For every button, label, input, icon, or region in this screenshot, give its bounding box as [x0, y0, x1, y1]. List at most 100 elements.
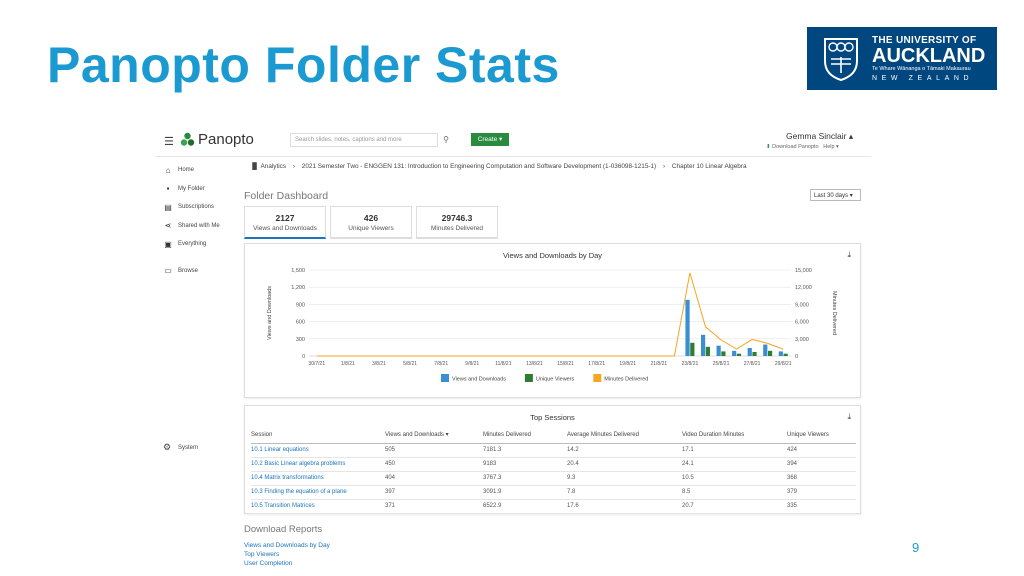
sidebar-item-subscriptions[interactable]: ▤ Subscriptions — [163, 198, 233, 217]
column-header[interactable]: Video Duration Minutes — [682, 427, 787, 444]
sidebar-item-system[interactable]: ⚙ System — [163, 442, 198, 453]
sidebar-item-my-folder[interactable]: ▪ My Folder — [163, 180, 233, 199]
user-menu[interactable]: Gemma Sinclair ▴ — [786, 131, 853, 142]
session-link[interactable]: 10.2 Basic Linear algebra problems — [251, 457, 385, 472]
sidebar-item-home[interactable]: ⌂ Home — [163, 161, 233, 180]
everything-icon: ▣ — [164, 239, 172, 249]
search-icon[interactable]: ⚲ — [439, 133, 453, 147]
help-link[interactable]: Help ▾ — [823, 144, 839, 150]
table-cell: 371 — [385, 499, 483, 514]
y-tick-label: 300 — [296, 337, 305, 343]
y2-tick-label: 6,000 — [795, 320, 809, 326]
line-minutes-delivered — [316, 272, 784, 357]
y-tick-label: 0 — [302, 354, 305, 360]
download-panopto-link[interactable]: Download Panopto — [772, 144, 818, 150]
table-cell: 450 — [385, 457, 483, 472]
bar-views-and-downloads — [685, 299, 690, 356]
table-cell: 6522.9 — [483, 499, 567, 514]
x-tick-label: 7/8/21 — [434, 361, 448, 367]
table-cell: 3767.3 — [483, 471, 567, 486]
stat-value: 2127 — [275, 213, 295, 223]
gear-icon: ⚙ — [163, 442, 172, 452]
search-input[interactable]: Search slides, notes, captions and more — [290, 133, 438, 147]
subscriptions-icon: ▤ — [164, 202, 172, 212]
table-cell: 7.8 — [567, 485, 682, 500]
x-tick-label: 11/8/21 — [495, 361, 512, 367]
table-row: 10.4 Matrix transformations 404 3767.3 9… — [251, 471, 856, 486]
x-tick-label: 29/8/21 — [775, 361, 792, 367]
report-link-views[interactable]: Views and Downloads by Day — [244, 542, 330, 549]
column-header[interactable]: Unique Viewers — [787, 427, 856, 444]
sidebar-item-label: Subscriptions — [178, 204, 215, 211]
bar-unique-viewers — [705, 346, 710, 356]
legend-label: Views and Downloads — [452, 377, 506, 383]
menu-icon[interactable]: ☰ — [164, 135, 174, 148]
breadcrumb-chapter[interactable]: Chapter 10 Linear Algebra — [672, 163, 747, 170]
stat-card-viewers[interactable]: 426 Unique Viewers — [330, 206, 412, 239]
table-cell: 24.1 — [682, 457, 787, 472]
table-cell: 14.2 — [567, 443, 682, 458]
breadcrumb-analytics[interactable]: Analytics — [261, 163, 287, 170]
x-tick-label: 1/8/21 — [341, 361, 355, 367]
share-icon: ⋖ — [164, 221, 172, 231]
university-logo: THE UNIVERSITY OF AUCKLAND Te Whare Wāna… — [807, 27, 997, 90]
legend-swatch — [441, 374, 449, 382]
session-link[interactable]: 10.4 Matrix transformations — [251, 471, 385, 486]
stat-card-views[interactable]: 2127 Views and Downloads — [244, 206, 326, 239]
date-range-select[interactable]: Last 30 days ▾ — [810, 189, 861, 201]
breadcrumb-course[interactable]: 2021 Semester Two - ENGGEN 131: Introduc… — [302, 163, 656, 170]
brand-name: Panopto — [198, 131, 254, 148]
table-cell: 9183 — [483, 457, 567, 472]
table-cell: 10.5 — [682, 471, 787, 486]
stat-label: Views and Downloads — [253, 225, 317, 232]
session-link[interactable]: 10.5 Transition Matrices — [251, 499, 385, 514]
create-button[interactable]: Create ▾ — [471, 133, 509, 146]
table-cell: 394 — [787, 457, 856, 472]
sidebar: ⌂ Home ▪ My Folder ▤ Subscriptions ⋖ Sha… — [163, 161, 233, 280]
bar-unique-viewers — [736, 353, 742, 356]
x-tick-label: 3/8/21 — [372, 361, 386, 367]
panopto-logo[interactable]: Panopto — [180, 131, 254, 148]
sidebar-item-label: Shared with Me — [178, 222, 220, 229]
session-link[interactable]: 10.3 Finding the equation of a plane — [251, 485, 385, 500]
panopto-mark-icon — [180, 132, 195, 146]
download-reports-title: Download Reports — [244, 524, 323, 535]
x-tick-label: 19/8/21 — [619, 361, 636, 367]
column-header[interactable]: Average Minutes Delivered — [567, 427, 682, 444]
table-cell: 20.4 — [567, 457, 682, 472]
logo-line-4: NEW ZEALAND — [872, 75, 974, 82]
column-header[interactable]: Views and Downloads ▾ — [385, 427, 483, 444]
sidebar-item-label: My Folder — [178, 185, 205, 192]
y-axis-label: Views and Downloads — [267, 286, 273, 340]
top-bar: ☰ Panopto Search slides, notes, captions… — [155, 124, 871, 157]
session-link[interactable]: 10.1 Linear equations — [251, 443, 385, 458]
x-tick-label: 15/8/21 — [557, 361, 574, 367]
table-cell: 368 — [787, 471, 856, 486]
page-number: 9 — [912, 540, 920, 555]
bar-unique-viewers — [721, 351, 726, 356]
report-link-top-viewers[interactable]: Top Viewers — [244, 551, 279, 558]
column-header[interactable]: Session — [251, 427, 385, 444]
stat-card-minutes[interactable]: 29746.3 Minutes Delivered — [416, 206, 498, 239]
y2-axis-label: Minutes Delivered — [831, 291, 837, 335]
y-tick-label: 900 — [296, 302, 305, 308]
breadcrumb: ▐▌ Analytics › 2021 Semester Two - ENGGE… — [250, 163, 747, 170]
download-icon[interactable]: ⤓ — [847, 412, 851, 422]
sidebar-item-shared[interactable]: ⋖ Shared with Me — [163, 217, 233, 236]
stat-cards: 2127 Views and Downloads 426 Unique View… — [244, 206, 502, 239]
y-tick-label: 600 — [296, 320, 305, 326]
report-link-completion[interactable]: User Completion — [244, 560, 292, 567]
sidebar-item-everything[interactable]: ▣ Everything — [163, 235, 233, 254]
logo-line-2: AUCKLAND — [872, 45, 986, 67]
sidebar-item-label: Everything — [178, 241, 207, 248]
table-cell: 379 — [787, 485, 856, 500]
table-cell: 8.5 — [682, 485, 787, 500]
stat-value: 426 — [363, 213, 379, 223]
sidebar-item-browse[interactable]: ▭ Browse — [163, 262, 233, 281]
y2-tick-label: 15,000 — [795, 268, 812, 274]
bar-views-and-downloads — [778, 351, 783, 356]
home-icon: ⌂ — [165, 165, 171, 175]
column-header[interactable]: Minutes Delivered — [483, 427, 567, 444]
y-tick-label: 1,500 — [291, 268, 305, 274]
table-cell: 7181.3 — [483, 443, 567, 458]
